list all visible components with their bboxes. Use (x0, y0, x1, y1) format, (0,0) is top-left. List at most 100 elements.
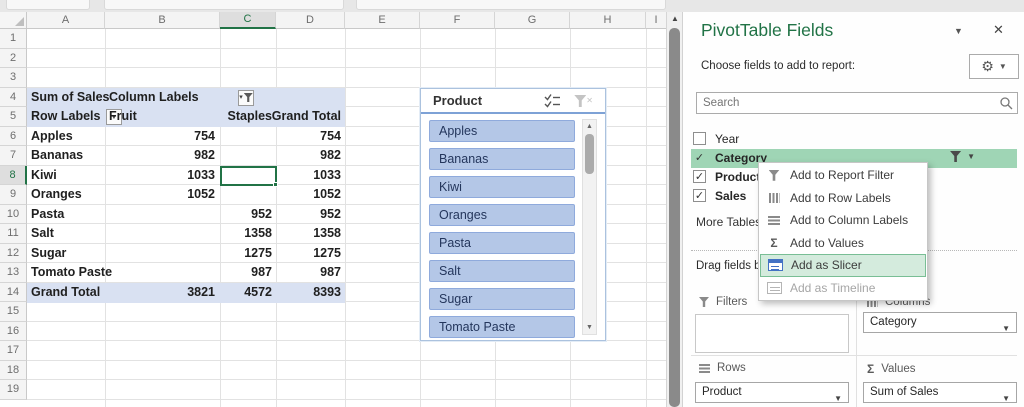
slicer-item-sugar[interactable]: Sugar (429, 288, 575, 310)
rows-field-product[interactable]: Product ▼ (695, 382, 849, 403)
gridline (27, 359, 666, 361)
menu-item-add-to-report-filter[interactable]: Add to Report Filter (760, 164, 926, 187)
timeline-icon (766, 281, 782, 294)
slicer-scroll-down-icon[interactable]: ▼ (583, 324, 596, 331)
slicer-scroll-thumb[interactable] (585, 134, 594, 174)
search-input[interactable] (701, 94, 991, 112)
scrollbar-thumb[interactable] (669, 28, 680, 407)
pivot-grandtotal-label[interactable]: Grand Total (31, 283, 100, 303)
slicer-item-pasta[interactable]: Pasta (429, 232, 575, 254)
field-dropdown-icon[interactable]: ▼ (967, 152, 975, 161)
slicer-item-tomato-paste[interactable]: Tomato Paste (429, 316, 575, 338)
row-header-11[interactable]: 11 (0, 224, 27, 244)
column-header-C[interactable]: C (220, 12, 276, 29)
row-header-1[interactable]: 1 (0, 29, 27, 49)
slicer-icon (767, 259, 783, 272)
row-header-15[interactable]: 15 (0, 302, 27, 322)
filters-area-label: Filters (699, 296, 747, 308)
pivot-row-label[interactable]: Sugar (31, 244, 66, 264)
column-header-D[interactable]: D (276, 12, 345, 29)
row-header-12[interactable]: 12 (0, 243, 27, 263)
field-checkbox-year[interactable] (693, 132, 706, 145)
menu-item-add-as-slicer[interactable]: Add as Slicer (760, 254, 926, 277)
menu-item-add-to-values[interactable]: Σ Add to Values (760, 232, 926, 255)
field-filter-controls[interactable]: ▼ (950, 151, 975, 162)
pivot-sum-of-sales-label: Sum of Sales (31, 89, 110, 104)
pivot-value-fruit[interactable]: 3821 (105, 283, 215, 303)
pane-options-caret-icon[interactable]: ▼ (954, 26, 963, 36)
pivot-row-label[interactable]: Oranges (31, 185, 82, 205)
pivot-value-fruit[interactable]: 754 (105, 127, 215, 147)
pivot-value-total[interactable]: 952 (256, 205, 341, 225)
column-header-I[interactable]: I (646, 12, 667, 29)
row-header-5[interactable]: 5 (0, 107, 27, 127)
fill-handle[interactable] (273, 182, 278, 187)
row-header-3[interactable]: 3 (0, 68, 27, 88)
column-labels-filter-button[interactable]: ▾ (238, 89, 254, 106)
column-header-E[interactable]: E (345, 12, 420, 29)
row-header-16[interactable]: 16 (0, 321, 27, 341)
pivot-value-total[interactable]: 754 (256, 127, 341, 147)
pivot-row-label[interactable]: Bananas (31, 146, 83, 166)
row-header-13[interactable]: 13 (0, 263, 27, 283)
column-header-F[interactable]: F (420, 12, 495, 29)
tools-gear-button[interactable]: ⚙ ▼ (969, 54, 1019, 79)
pivot-value-total[interactable]: 1358 (256, 224, 341, 244)
slicer-scrollbar[interactable]: ▲ ▼ (582, 119, 597, 335)
product-slicer[interactable]: Product ✕ Apples Bananas Kiwi Oranges Pasta S… (420, 88, 606, 341)
slicer-item-kiwi[interactable]: Kiwi (429, 176, 575, 198)
row-header-4[interactable]: 4 (0, 87, 27, 107)
row-header-18[interactable]: 18 (0, 360, 27, 380)
scroll-up-arrow-icon[interactable]: ▲ (667, 14, 683, 23)
column-header-B[interactable]: B (105, 12, 220, 29)
column-header-H[interactable]: H (570, 12, 646, 29)
field-checkbox-sales[interactable]: ✓ (693, 189, 706, 202)
slicer-item-apples[interactable]: Apples (429, 120, 575, 142)
pivot-value-total[interactable]: 982 (256, 146, 341, 166)
pivot-colhdr-fruit: Fruit (109, 109, 137, 123)
pivot-value-total[interactable]: 987 (256, 263, 341, 283)
slicer-scroll-up-icon[interactable]: ▲ (583, 123, 596, 130)
row-header-8[interactable]: 8 (0, 165, 27, 185)
row-header-17[interactable]: 17 (0, 341, 27, 361)
field-checkbox-category[interactable]: ✓ (693, 151, 706, 164)
row-header-6[interactable]: 6 (0, 126, 27, 146)
slicer-item-salt[interactable]: Salt (429, 260, 575, 282)
pivot-row-label[interactable]: Pasta (31, 205, 64, 225)
values-field-sum-of-sales[interactable]: Sum of Sales ▼ (863, 382, 1017, 403)
search-icon (999, 96, 1013, 115)
pivot-value-fruit[interactable]: 1052 (105, 185, 215, 205)
row-header-10[interactable]: 10 (0, 204, 27, 224)
column-header-A[interactable]: A (27, 12, 105, 29)
pivot-value-total[interactable]: 1275 (256, 244, 341, 264)
pivot-row-label[interactable]: Tomato Paste (31, 263, 112, 283)
slicer-item-bananas[interactable]: Bananas (429, 148, 575, 170)
multi-select-icon[interactable] (544, 93, 561, 113)
pivot-value-total[interactable]: 1052 (256, 185, 341, 205)
pivot-value-total[interactable]: 8393 (256, 283, 341, 303)
filters-drop-zone[interactable] (695, 314, 849, 353)
sheet-vertical-scrollbar[interactable]: ▲ (666, 12, 682, 407)
slicer-item-oranges[interactable]: Oranges (429, 204, 575, 226)
search-box[interactable] (696, 92, 1018, 114)
row-header-9[interactable]: 9 (0, 185, 27, 205)
column-header-G[interactable]: G (495, 12, 570, 29)
menu-item-add-to-column-labels[interactable]: Add to Column Labels (760, 209, 926, 232)
pivot-row-label[interactable]: Apples (31, 127, 73, 147)
row-header-19[interactable]: 19 (0, 380, 27, 400)
row-header-14[interactable]: 14 (0, 282, 27, 302)
pivot-row-label[interactable]: Kiwi (31, 166, 57, 186)
pivot-value-fruit[interactable]: 1033 (105, 166, 215, 186)
columns-field-category[interactable]: Category ▼ (863, 312, 1017, 333)
pane-close-icon[interactable]: ✕ (993, 22, 1004, 38)
pivot-value-fruit[interactable]: 982 (105, 146, 215, 166)
row-header-7[interactable]: 7 (0, 146, 27, 166)
field-row-year[interactable]: Year (691, 130, 1017, 149)
active-cell-C8[interactable] (220, 165, 278, 187)
pivot-row-label[interactable]: Salt (31, 224, 54, 244)
row-header-2[interactable]: 2 (0, 48, 27, 68)
menu-item-add-to-row-labels[interactable]: Add to Row Labels (760, 187, 926, 210)
pivot-colhdr-grandtotal: Grand Total (271, 109, 341, 123)
select-all-corner[interactable] (0, 12, 27, 29)
field-checkbox-product[interactable]: ✓ (693, 170, 706, 183)
